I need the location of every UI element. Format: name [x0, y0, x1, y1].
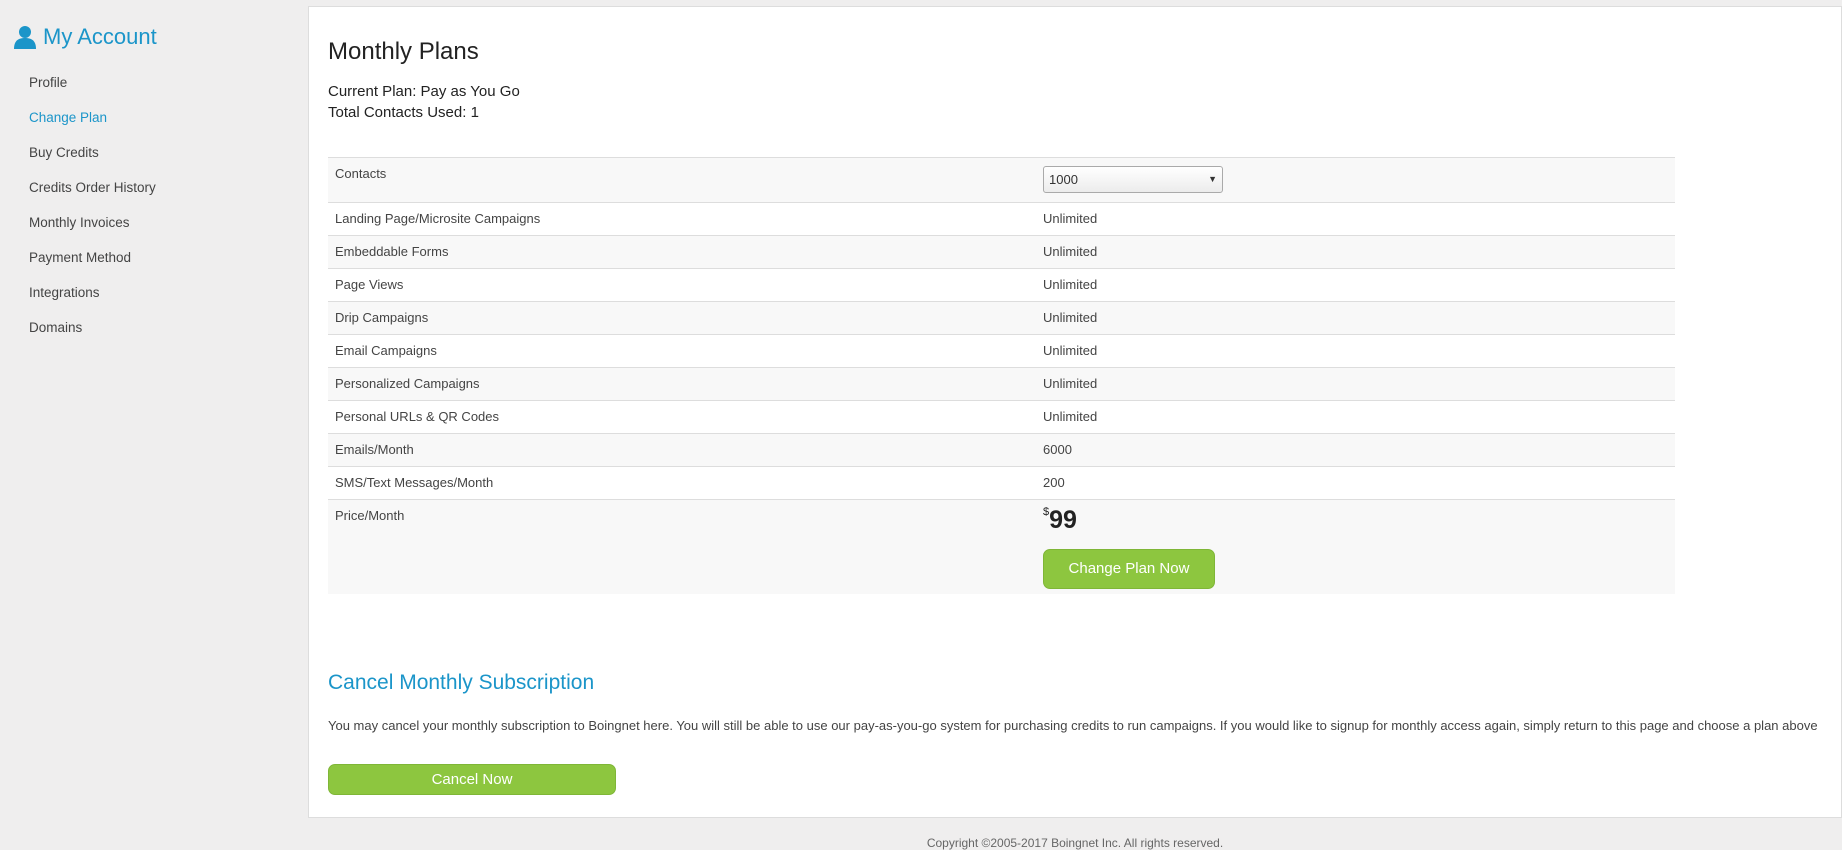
footer-copyright: Copyright ©2005-2017 Boingnet Inc. All r… [926, 836, 1224, 850]
row-value: Unlimited [1043, 409, 1098, 424]
table-row: Page Views Unlimited [328, 269, 1675, 302]
table-row-price: Price/Month $99 Change Plan Now [328, 500, 1675, 594]
table-row: Email Campaigns Unlimited [328, 335, 1675, 368]
price-currency: $ [1043, 506, 1050, 518]
caret-down-icon: ▼ [1208, 174, 1217, 184]
cancel-section-title: Cancel Monthly Subscription [328, 671, 595, 694]
row-label: Price/Month [335, 508, 405, 523]
price-amount: $99 [1043, 500, 1675, 536]
sidebar-item-credits-order-history[interactable]: Credits Order History [29, 177, 156, 212]
sidebar: My Account Profile Change Plan Buy Credi… [0, 0, 306, 844]
cancel-now-button[interactable]: Cancel Now [328, 764, 616, 795]
cancel-description: You may cancel your monthly subscription… [328, 718, 1818, 733]
row-value: Unlimited [1043, 310, 1098, 325]
change-plan-button[interactable]: Change Plan Now [1043, 549, 1215, 589]
row-label: Personal URLs & QR Codes [335, 409, 500, 424]
table-row: Personalized Campaigns Unlimited [328, 368, 1675, 401]
plans-table: Contacts 1000 ▼ Landing Page/Microsite C… [328, 157, 1675, 594]
row-label: Page Views [335, 277, 404, 292]
row-label: Embeddable Forms [335, 244, 449, 259]
row-label: Contacts [335, 166, 387, 181]
row-value: 6000 [1043, 442, 1072, 457]
sidebar-item-profile[interactable]: Profile [29, 72, 156, 107]
sidebar-item-payment-method[interactable]: Payment Method [29, 247, 156, 282]
contacts-used-text: Total Contacts Used: 1 [328, 104, 479, 121]
table-row: SMS/Text Messages/Month 200 [328, 467, 1675, 500]
row-label: SMS/Text Messages/Month [335, 475, 494, 490]
row-label: Emails/Month [335, 442, 414, 457]
table-row: Drip Campaigns Unlimited [328, 302, 1675, 335]
row-value: Unlimited [1043, 343, 1098, 358]
sidebar-title: My Account [14, 24, 157, 50]
row-value: Unlimited [1043, 211, 1098, 226]
sidebar-item-domains[interactable]: Domains [29, 317, 156, 352]
main-panel: Monthly Plans Current Plan: Pay as You G… [308, 6, 1842, 818]
row-value: 1000 ▼ [1043, 158, 1675, 202]
sidebar-item-monthly-invoices[interactable]: Monthly Invoices [29, 212, 156, 247]
row-label: Landing Page/Microsite Campaigns [335, 211, 541, 226]
row-value: Unlimited [1043, 244, 1098, 259]
price-value: 99 [1049, 506, 1077, 534]
table-row: Emails/Month 6000 [328, 434, 1675, 467]
contacts-select[interactable]: 1000 ▼ [1043, 166, 1223, 193]
row-label: Drip Campaigns [335, 310, 429, 325]
sidebar-nav: Profile Change Plan Buy Credits Credits … [29, 72, 156, 352]
sidebar-item-integrations[interactable]: Integrations [29, 282, 156, 317]
row-value: 200 [1043, 475, 1065, 490]
table-row-contacts: Contacts 1000 ▼ [328, 158, 1675, 203]
row-value: $99 Change Plan Now [1043, 500, 1675, 594]
sidebar-item-buy-credits[interactable]: Buy Credits [29, 142, 156, 177]
row-label: Personalized Campaigns [335, 376, 480, 391]
sidebar-item-change-plan[interactable]: Change Plan [29, 107, 156, 142]
contacts-select-value: 1000 [1049, 172, 1078, 187]
sidebar-title-text: My Account [43, 24, 157, 49]
page-title: Monthly Plans [328, 38, 479, 65]
row-value: Unlimited [1043, 277, 1098, 292]
plan-info: Current Plan: Pay as You Go Total Contac… [328, 81, 520, 123]
user-icon [14, 25, 36, 49]
table-row: Embeddable Forms Unlimited [328, 236, 1675, 269]
row-value: Unlimited [1043, 376, 1098, 391]
current-plan-text: Current Plan: Pay as You Go [328, 83, 520, 100]
table-row: Personal URLs & QR Codes Unlimited [328, 401, 1675, 434]
row-label: Email Campaigns [335, 343, 437, 358]
table-row: Landing Page/Microsite Campaigns Unlimit… [328, 203, 1675, 236]
